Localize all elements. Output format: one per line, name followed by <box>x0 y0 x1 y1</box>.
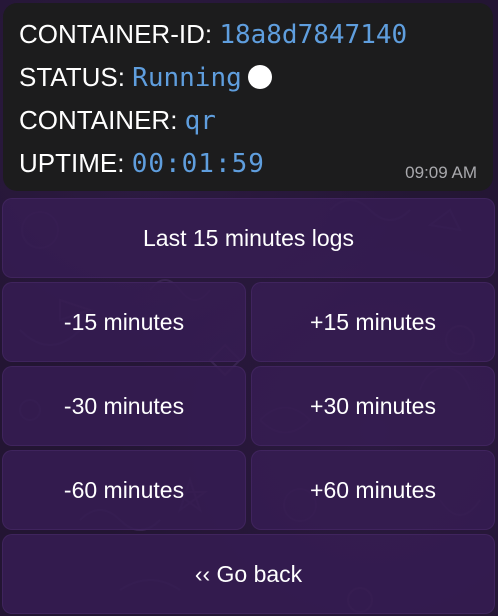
last-15-minutes-logs-button[interactable]: Last 15 minutes logs <box>2 198 495 278</box>
status-value: Running <box>132 63 242 93</box>
plus-15-minutes-button[interactable]: +15 minutes <box>251 282 495 362</box>
uptime-label: UPTIME: <box>19 148 125 178</box>
go-back-button[interactable]: ‹‹ Go back <box>2 534 495 614</box>
message-timestamp: 09:09 AM <box>405 163 477 182</box>
container-name-label: CONTAINER: <box>19 105 178 135</box>
container-name-row: CONTAINER: qr <box>19 100 216 140</box>
container-id-row: CONTAINER-ID: 18a8d7847140 <box>19 14 407 54</box>
plus-60-minutes-button[interactable]: +60 minutes <box>251 450 495 530</box>
status-message-bubble: CONTAINER-ID: 18a8d7847140 STATUS: Runni… <box>3 3 493 191</box>
status-row: STATUS: Running <box>19 57 272 97</box>
uptime-row: UPTIME: 00:01:59 <box>19 143 265 183</box>
minus-60-minutes-button[interactable]: -60 minutes <box>2 450 246 530</box>
container-id-label: CONTAINER-ID: <box>19 19 213 49</box>
plus-30-minutes-button[interactable]: +30 minutes <box>251 366 495 446</box>
container-id-value: 18a8d7847140 <box>219 20 408 50</box>
white-circle-icon <box>247 65 272 89</box>
container-name-value: qr <box>184 106 216 136</box>
minus-15-minutes-button[interactable]: -15 minutes <box>2 282 246 362</box>
minus-30-minutes-button[interactable]: -30 minutes <box>2 366 246 446</box>
status-label: STATUS: <box>19 62 125 92</box>
uptime-value: 00:01:59 <box>131 149 265 179</box>
